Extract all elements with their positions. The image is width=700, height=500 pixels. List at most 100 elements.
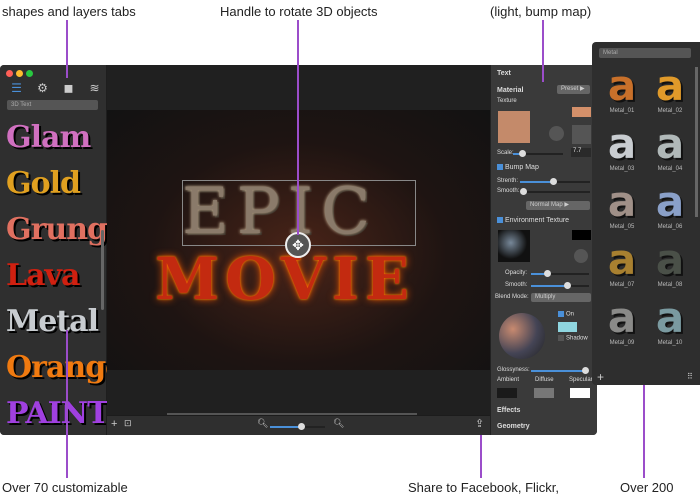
style-glam[interactable]: Glam: [6, 120, 91, 155]
library-item-label: Metal_07: [609, 282, 635, 288]
light-color-swatch[interactable]: [558, 322, 577, 332]
library-item[interactable]: a Metal_06: [646, 177, 694, 231]
scale-input[interactable]: 7.7: [571, 148, 591, 157]
scale-label: Scale:: [497, 150, 514, 156]
scale-slider[interactable]: [513, 150, 563, 157]
library-item[interactable]: a Metal_10: [646, 296, 694, 347]
texture-offset-pad[interactable]: [572, 125, 591, 144]
text-movie[interactable]: MOVIE: [155, 245, 415, 313]
library-item[interactable]: a Metal_07: [598, 238, 646, 289]
letter-preview: a: [655, 235, 685, 284]
style-lava[interactable]: Lava: [6, 258, 80, 293]
style-metal[interactable]: Metal: [6, 304, 99, 339]
sidebar-scrollbar[interactable]: [101, 230, 104, 310]
material-heading: Material: [497, 87, 524, 94]
blend-mode-select[interactable]: Multiply: [531, 293, 591, 302]
letter-preview: a: [655, 177, 685, 226]
glossyness-label: Glossyness:: [497, 367, 530, 373]
library-item[interactable]: a Metal_08: [646, 235, 694, 289]
minimize-button[interactable]: [16, 70, 23, 77]
letter-preview: a: [607, 177, 637, 226]
callout-line: [480, 435, 482, 478]
fit-icon[interactable]: ⊡: [124, 418, 132, 429]
opacity-slider[interactable]: [531, 270, 589, 277]
shapes-icon[interactable]: ◼: [62, 82, 75, 95]
letter-preview: a: [655, 119, 685, 168]
library-item[interactable]: a Metal_03: [598, 119, 646, 173]
texture-label: Texture: [497, 98, 517, 104]
category-select[interactable]: 3D Text: [7, 100, 98, 110]
add-icon[interactable]: +: [111, 418, 117, 430]
library-category-select[interactable]: Metal: [599, 48, 691, 58]
inspector-panel: Text Material Preset ▶ Texture Scale: 7.…: [490, 65, 597, 435]
style-paint[interactable]: PAINT: [6, 396, 109, 431]
specular-label: Specular: [569, 377, 593, 383]
light-on-checkbox[interactable]: On: [558, 311, 574, 318]
smooth-label: Smooth:: [497, 188, 520, 194]
close-button[interactable]: [6, 70, 13, 77]
letter-preview: a: [607, 119, 637, 168]
environment-texture-checkbox[interactable]: Environment Texture: [497, 217, 569, 224]
library-item[interactable]: a Metal_02: [646, 61, 694, 115]
normal-map-button[interactable]: Normal Map ▶: [526, 201, 590, 210]
letter-preview: a: [655, 61, 685, 110]
text-epic[interactable]: EPIC: [182, 175, 378, 249]
strength-slider[interactable]: [520, 178, 590, 185]
library-item-label: Metal_03: [609, 166, 635, 172]
letter-preview: a: [607, 293, 637, 342]
geometry-section[interactable]: Geometry: [497, 423, 530, 430]
text-list-icon[interactable]: ☰: [10, 82, 23, 95]
style-gold[interactable]: Gold: [6, 166, 81, 201]
library-item[interactable]: a Metal_09: [598, 293, 646, 347]
callout-line: [542, 20, 544, 82]
glossyness-slider[interactable]: [531, 367, 589, 374]
light-sphere[interactable]: [499, 313, 545, 359]
zoom-button[interactable]: [26, 70, 33, 77]
light-direction-knob[interactable]: [549, 126, 564, 141]
effects-section[interactable]: Effects: [497, 407, 520, 414]
library-scrollbar[interactable]: [695, 67, 698, 217]
strength-label: Strenth:: [497, 178, 519, 184]
environment-color-swatch[interactable]: [572, 230, 591, 240]
environment-knob[interactable]: [574, 249, 588, 263]
environment-well[interactable]: [498, 230, 530, 262]
env-smooth-label: Smooth:: [505, 282, 528, 288]
zoom-out-icon[interactable]: 🔍︎: [257, 418, 268, 429]
share-icon[interactable]: ⇪: [475, 417, 484, 430]
grid-icon[interactable]: ⠿: [687, 372, 693, 381]
annotation-tabs: shapes and layers tabs: [2, 4, 136, 19]
style-orange[interactable]: Orange: [6, 350, 124, 385]
blend-mode-label: Blend Mode:: [495, 294, 529, 300]
add-icon[interactable]: +: [597, 370, 604, 384]
library-item-label: Metal_02: [657, 108, 683, 114]
diffuse-swatch[interactable]: [534, 388, 554, 398]
library-item-label: Metal_06: [657, 224, 683, 230]
gear-icon[interactable]: ⚙: [36, 82, 49, 95]
callout-line: [297, 20, 299, 235]
bump-map-checkbox[interactable]: Bump Map: [497, 164, 539, 171]
layers-icon[interactable]: ≋: [88, 82, 101, 95]
specular-swatch[interactable]: [570, 388, 590, 398]
texture-well[interactable]: [498, 111, 530, 143]
zoom-slider[interactable]: [270, 423, 325, 430]
texture-color-swatch[interactable]: [572, 107, 591, 117]
smooth-slider[interactable]: [520, 188, 590, 195]
library-item[interactable]: a Metal_01: [598, 64, 646, 115]
library-item-label: Metal_05: [609, 224, 635, 230]
callout-line: [66, 20, 68, 78]
annotation-library: Over 200: [620, 480, 674, 495]
library-item[interactable]: a Metal_04: [646, 119, 694, 173]
callout-line: [66, 330, 68, 478]
env-smooth-slider[interactable]: [531, 282, 589, 289]
library-item-label: Metal_09: [609, 340, 635, 346]
ambient-swatch[interactable]: [497, 388, 517, 398]
library-item-label: Metal_01: [609, 108, 635, 114]
preset-button[interactable]: Preset ▶: [557, 85, 590, 94]
diffuse-label: Diffuse: [535, 377, 554, 383]
library-item-label: Metal_04: [657, 166, 683, 172]
rotate-handle-icon[interactable]: ✥: [285, 232, 311, 258]
library-item[interactable]: a Metal_05: [598, 177, 646, 231]
annotation-light: (light, bump map): [490, 4, 592, 19]
shadow-checkbox[interactable]: Shadow: [558, 335, 588, 342]
zoom-in-icon[interactable]: 🔍︎: [333, 418, 344, 429]
